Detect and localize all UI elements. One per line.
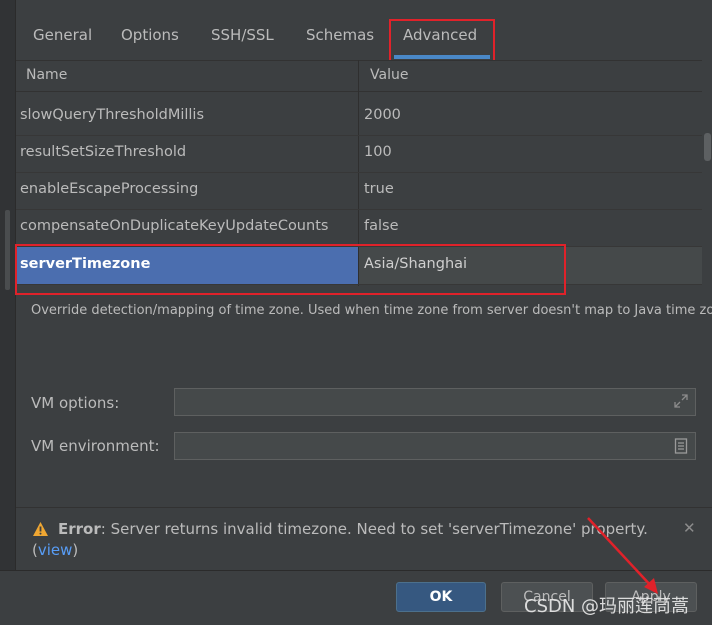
tab-advanced[interactable]: Advanced — [403, 26, 477, 50]
table-scrollbar[interactable] — [702, 95, 712, 285]
property-name: resultSetSizeThreshold — [20, 144, 187, 160]
vm-environment-field[interactable] — [174, 432, 696, 460]
error-message: Error: Server returns invalid timezone. … — [32, 519, 672, 561]
active-tab-indicator — [394, 55, 490, 59]
tab-options[interactable]: Options — [121, 26, 179, 50]
property-name: slowQueryThresholdMillis — [20, 107, 205, 123]
left-scroll-strip[interactable] — [0, 0, 16, 570]
table-header: Name Value — [16, 60, 702, 92]
tab-general[interactable]: General — [33, 26, 92, 50]
properties-table: Name Value slowQueryThresholdMillis 2000… — [16, 60, 702, 286]
column-header-name[interactable]: Name — [26, 67, 67, 83]
property-value[interactable]: true — [364, 181, 394, 197]
property-value[interactable]: false — [364, 218, 399, 234]
table-scrollbar-thumb[interactable] — [704, 133, 711, 161]
expand-icon[interactable] — [673, 394, 689, 410]
property-name: compensateOnDuplicateKeyUpdateCounts — [20, 218, 329, 234]
vm-options-label: VM options: — [31, 394, 120, 412]
error-text: : Server returns invalid timezone. Need … — [100, 520, 648, 538]
table-row-selected[interactable]: serverTimezone Asia/Shanghai — [16, 247, 702, 285]
table-row[interactable]: resultSetSizeThreshold 100 — [16, 135, 702, 173]
property-name: enableEscapeProcessing — [20, 181, 199, 197]
property-name: serverTimezone — [20, 256, 151, 272]
panel-divider — [16, 507, 712, 508]
property-value[interactable]: Asia/Shanghai — [364, 256, 467, 272]
watermark: CSDN @玛丽莲茼蒿 — [524, 596, 690, 617]
table-row[interactable]: enableEscapeProcessing true — [16, 172, 702, 210]
table-row[interactable]: compensateOnDuplicateKeyUpdateCounts fal… — [16, 209, 702, 247]
property-value[interactable]: 100 — [364, 144, 392, 160]
document-icon[interactable] — [673, 438, 689, 454]
column-header-value[interactable]: Value — [370, 67, 408, 83]
property-value[interactable]: 2000 — [364, 107, 401, 123]
error-prefix: Error — [58, 520, 101, 538]
view-link[interactable]: view — [38, 541, 73, 559]
error-link-close: ) — [72, 541, 79, 559]
tab-ssh-ssl[interactable]: SSH/SSL — [211, 26, 274, 50]
vm-environment-label: VM environment: — [31, 437, 160, 455]
table-row[interactable]: slowQueryThresholdMillis 2000 — [16, 98, 702, 136]
close-icon[interactable]: ✕ — [683, 519, 696, 537]
property-description: Override detection/mapping of time zone.… — [31, 303, 712, 318]
vm-options-field[interactable] — [174, 388, 696, 416]
tab-schemas[interactable]: Schemas — [306, 26, 374, 50]
tab-bar: General Options SSH/SSL Schemas Advanced — [16, 0, 712, 60]
left-scroll-knob[interactable] — [5, 210, 10, 290]
ok-button[interactable]: OK — [396, 582, 486, 612]
